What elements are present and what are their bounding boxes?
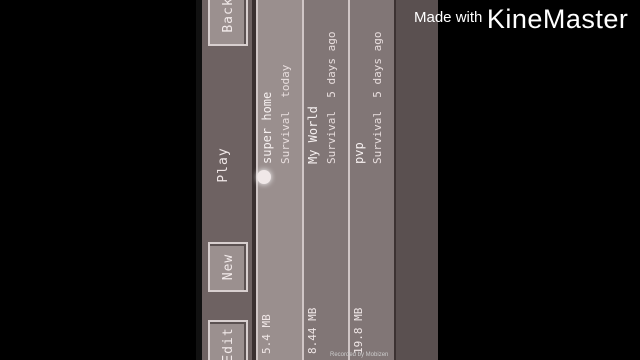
world-date: today <box>279 64 292 98</box>
world-mode: Survival <box>279 111 292 164</box>
world-size: 5.4 MB <box>260 314 273 354</box>
back-button[interactable]: Back <box>208 0 248 46</box>
world-name: pvp <box>352 142 366 164</box>
world-name: super home <box>260 91 274 164</box>
world-select-view: Back Play New Edit super home Survival t… <box>202 0 438 360</box>
world-row-my-world[interactable]: My World Survival 5 days ago 8.44 MB <box>302 0 350 360</box>
touch-indicator <box>257 170 271 184</box>
edit-world-button[interactable]: Edit <box>208 320 248 360</box>
toolbar: Back Play New Edit <box>202 0 254 360</box>
world-size: 19.8 MB <box>352 307 365 354</box>
world-list: super home Survival today 5.4 MB My Worl… <box>256 0 438 360</box>
world-meta: Survival 5 days ago <box>371 32 384 164</box>
world-mode: Survival <box>325 111 338 164</box>
world-mode: Survival <box>371 111 384 164</box>
world-date: 5 days ago <box>325 31 338 98</box>
watermark-prefix: Made with <box>414 9 483 26</box>
world-size: 8.44 MB <box>306 307 319 354</box>
world-date: 5 days ago <box>371 31 384 98</box>
new-world-button[interactable]: New <box>208 242 248 292</box>
world-name: My World <box>306 106 320 164</box>
world-row-pvp[interactable]: pvp Survival 5 days ago 19.8 MB <box>348 0 396 360</box>
game-screen: Back Play New Edit super home Survival t… <box>202 0 438 360</box>
world-meta: Survival today <box>279 65 292 164</box>
play-button[interactable]: Play <box>216 135 231 195</box>
world-meta: Survival 5 days ago <box>325 32 338 164</box>
kinemaster-watermark: Made with KineMaster <box>414 4 628 35</box>
recorded-note: Recorded by Mobizen <box>330 352 389 358</box>
watermark-brand: KineMaster <box>486 4 629 34</box>
